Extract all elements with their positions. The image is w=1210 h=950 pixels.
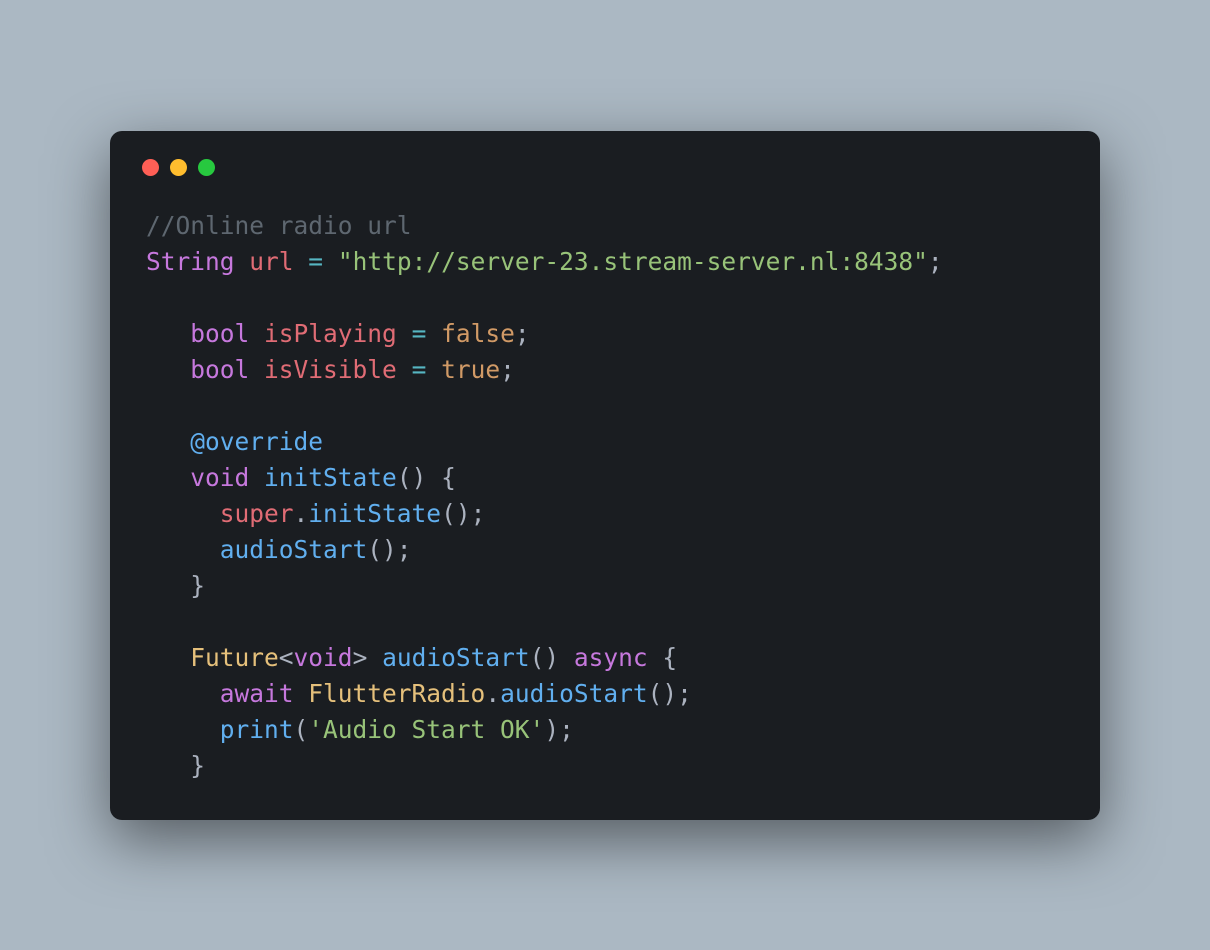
code-content: //Online radio url String url = "http://… (110, 208, 1100, 784)
code-token: < (279, 643, 294, 672)
code-indent (146, 751, 190, 780)
code-token: await (220, 679, 294, 708)
code-indent (146, 463, 190, 492)
code-token: async (574, 643, 648, 672)
code-token: () (530, 643, 574, 672)
code-token: } (190, 571, 205, 600)
code-token: ; (515, 319, 530, 348)
code-indent (146, 535, 220, 564)
code-token: = (397, 319, 441, 348)
code-token: (); (367, 535, 411, 564)
code-token: super (220, 499, 294, 528)
code-token: false (441, 319, 515, 348)
code-token: print (220, 715, 294, 744)
code-token: FlutterRadio (308, 679, 485, 708)
code-token: (); (648, 679, 692, 708)
code-token: > (353, 643, 368, 672)
code-token: void (190, 463, 249, 492)
code-token: } (190, 751, 205, 780)
minimize-icon[interactable] (170, 159, 187, 176)
code-indent (146, 715, 220, 744)
code-token: = (397, 355, 441, 384)
code-token: "http://server-23.stream-server.nl:8438" (338, 247, 928, 276)
code-indent (146, 499, 220, 528)
code-token: . (294, 499, 309, 528)
code-token: ( (294, 715, 309, 744)
code-token: isPlaying (264, 319, 397, 348)
code-token: bool (190, 355, 249, 384)
code-comment: //Online radio url (146, 211, 412, 240)
code-token: (); (441, 499, 485, 528)
maximize-icon[interactable] (198, 159, 215, 176)
code-window: //Online radio url String url = "http://… (110, 131, 1100, 820)
code-token: ; (500, 355, 515, 384)
code-token: 'Audio Start OK' (308, 715, 544, 744)
code-token: void (294, 643, 353, 672)
code-token: true (441, 355, 500, 384)
code-token: Future (190, 643, 279, 672)
code-indent (146, 427, 190, 456)
close-icon[interactable] (142, 159, 159, 176)
code-indent (146, 643, 190, 672)
code-token: audioStart (382, 643, 530, 672)
code-token: @override (190, 427, 323, 456)
code-indent (146, 679, 220, 708)
code-token: initState (308, 499, 441, 528)
code-token: audioStart (500, 679, 648, 708)
code-token: String (146, 247, 235, 276)
code-token: { (648, 643, 678, 672)
code-token: ); (544, 715, 574, 744)
code-token: () { (397, 463, 456, 492)
code-token: initState (264, 463, 397, 492)
code-token: = (294, 247, 338, 276)
code-token: url (249, 247, 293, 276)
code-token: ; (928, 247, 943, 276)
code-token: bool (190, 319, 249, 348)
window-titlebar (110, 159, 1100, 208)
code-indent (146, 571, 190, 600)
code-token: audioStart (220, 535, 368, 564)
code-token: . (485, 679, 500, 708)
code-indent (146, 319, 190, 348)
code-indent (146, 355, 190, 384)
code-token: isVisible (264, 355, 397, 384)
